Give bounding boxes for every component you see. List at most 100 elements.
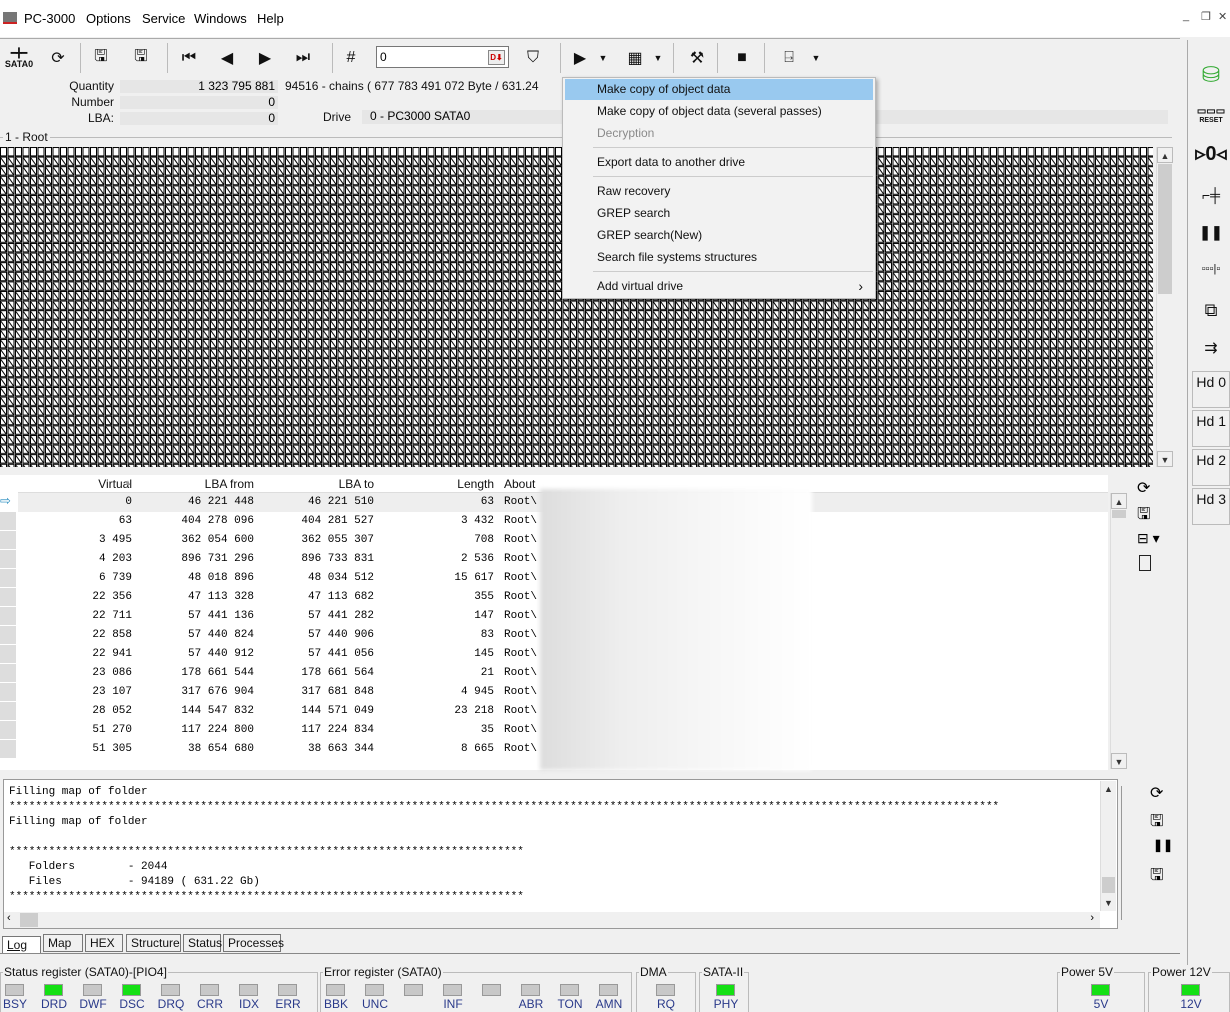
table-refresh-button[interactable]: ⟳ [1137, 478, 1150, 498]
row-header[interactable] [0, 569, 16, 587]
zero-button[interactable]: ▹0◃ [1192, 138, 1230, 168]
scroll-down-icon[interactable]: ▼ [1111, 753, 1127, 769]
tools-button[interactable]: ⚒ [682, 44, 712, 72]
menu-help[interactable]: Help [257, 11, 284, 26]
tab-map[interactable]: Map [43, 934, 83, 952]
play-dropdown[interactable]: ▼ [595, 44, 611, 72]
row-header[interactable]: ⇨ [0, 493, 16, 511]
row-header[interactable] [0, 721, 16, 739]
save-button[interactable]: 🖫 [126, 44, 156, 72]
play-button[interactable]: ▶ [565, 44, 595, 72]
stop-button[interactable]: ■ [727, 44, 757, 72]
log-pause-button[interactable]: ❚❚ [1153, 838, 1173, 852]
log-slider[interactable] [1121, 786, 1135, 920]
menu-item-label: Make copy of object data (several passes… [597, 104, 822, 118]
first-button[interactable]: ⏮ [174, 44, 204, 72]
minimize-icon[interactable]: _ [1183, 10, 1189, 22]
row-header[interactable] [0, 626, 16, 644]
counter-button[interactable]: ▫▫▫|▫ [1192, 255, 1230, 283]
page-icon[interactable] [1139, 555, 1151, 571]
connector-button[interactable]: ⇉ [1192, 335, 1230, 361]
log-export-button[interactable]: 🖫 [1150, 864, 1164, 891]
menu-item-grep-search-new[interactable]: GREP search(New) [565, 225, 873, 246]
tab-structure[interactable]: Structure [126, 934, 181, 952]
row-header[interactable] [0, 531, 16, 549]
group-title: Error register (SATA0) [323, 965, 443, 979]
menu-item-grep-search[interactable]: GREP search [565, 203, 873, 224]
col-lba-from[interactable]: LBA from [205, 477, 254, 491]
scroll-thumb[interactable] [1102, 877, 1115, 893]
restore-icon[interactable]: ❐ [1201, 10, 1211, 23]
table-scrollbar[interactable]: ▲ ▼ [1110, 493, 1127, 769]
menu-item-make-copy-of-object-data-several-passes[interactable]: Make copy of object data (several passes… [565, 101, 873, 122]
col-lba-to[interactable]: LBA to [339, 477, 374, 491]
log-save-button[interactable]: 🖫 [1150, 810, 1164, 837]
menu-item-raw-recovery[interactable]: Raw recovery [565, 181, 873, 202]
tab-log[interactable]: Log [2, 936, 41, 954]
scroll-thumb[interactable] [1112, 510, 1126, 518]
clear-pages-button[interactable]: ⧉ [1192, 295, 1230, 325]
decimal-toggle-icon[interactable]: D⬇ [488, 50, 505, 65]
reset-button[interactable]: ▭▭▭ RESET [1192, 100, 1230, 130]
hd0-button[interactable]: Hd 0 [1192, 371, 1230, 408]
row-header[interactable] [0, 607, 16, 625]
cell-length: 63 [480, 496, 494, 508]
col-length[interactable]: Length [457, 477, 494, 491]
menu-item-add-virtual-drive[interactable]: Add virtual drive › [565, 276, 873, 297]
menu-service[interactable]: Service [142, 11, 185, 26]
menu-windows[interactable]: Windows [194, 11, 247, 26]
scroll-up-icon[interactable]: ▲ [1111, 493, 1127, 509]
scroll-up-icon[interactable]: ▲ [1101, 781, 1116, 797]
map-scrollbar[interactable]: ▲ ▼ [1156, 147, 1173, 467]
led-12v [1181, 984, 1200, 996]
pause-button[interactable]: ❚❚ [1192, 220, 1230, 244]
scroll-thumb[interactable] [1158, 164, 1172, 294]
close-icon[interactable]: ✕ [1218, 10, 1227, 23]
col-about[interactable]: About [504, 477, 535, 491]
row-header[interactable] [0, 512, 16, 530]
row-header[interactable] [0, 702, 16, 720]
scroll-left-icon[interactable]: ‹ [7, 912, 11, 924]
row-header[interactable] [0, 740, 16, 758]
sata-port-button[interactable]: ━╋━ SATA0 [2, 44, 36, 72]
menu-options[interactable]: Options [86, 11, 131, 26]
tab-processes[interactable]: Processes [223, 934, 284, 952]
hd2-button[interactable]: Hd 2 [1192, 449, 1230, 486]
power-switch-button[interactable]: ⌐╪ [1192, 180, 1230, 210]
log-scrollbar[interactable]: ▲ ▼ [1100, 781, 1116, 911]
hscroll-thumb[interactable] [20, 913, 38, 927]
menu-item-export-data-to-another-drive[interactable]: Export data to another drive [565, 152, 873, 173]
last-button[interactable]: ⏭ [288, 44, 318, 72]
scroll-up-icon[interactable]: ▲ [1157, 147, 1173, 163]
load-button[interactable]: 🖫 [86, 44, 116, 72]
exit-dropdown[interactable]: ▼ [808, 44, 824, 72]
drive-select-button[interactable]: ⊟ ▾ [1137, 530, 1160, 547]
table-save-button[interactable]: 🖫 [1137, 503, 1151, 530]
scroll-right-icon[interactable]: › [1090, 912, 1094, 924]
scroll-down-icon[interactable]: ▼ [1101, 895, 1116, 911]
scroll-down-icon[interactable]: ▼ [1157, 451, 1173, 467]
hd3-button[interactable]: Hd 3 [1192, 488, 1230, 525]
hd1-button[interactable]: Hd 1 [1192, 410, 1230, 447]
tab-status[interactable]: Status [183, 934, 222, 952]
goto-button[interactable]: # [336, 44, 366, 72]
copy-drive-button[interactable]: ⛁ [1192, 58, 1230, 92]
row-header[interactable] [0, 588, 16, 606]
exit-button[interactable]: ⍈ [774, 44, 804, 72]
log-hscrollbar[interactable]: ‹ › [4, 912, 1100, 928]
menu-app[interactable]: PC-3000 [24, 11, 75, 26]
menu-item-make-copy-of-object-data[interactable]: Make copy of object data [565, 79, 873, 100]
row-header[interactable] [0, 550, 16, 568]
tab-hex[interactable]: HEX [85, 934, 123, 952]
grid-dropdown[interactable]: ▼ [650, 44, 666, 72]
log-refresh-button[interactable]: ⟳ [1150, 783, 1163, 803]
row-header[interactable] [0, 683, 16, 701]
next-button[interactable]: ▶ [250, 44, 280, 72]
refresh-button[interactable]: ⟳ [43, 44, 73, 72]
grid-button[interactable]: ▦ [620, 44, 650, 72]
menu-item-search-file-systems-structures[interactable]: Search file systems structures [565, 247, 873, 268]
row-header[interactable] [0, 645, 16, 663]
row-header[interactable] [0, 664, 16, 682]
prev-button[interactable]: ◀ [212, 44, 242, 72]
filter-button[interactable]: ⛉ [518, 44, 548, 72]
